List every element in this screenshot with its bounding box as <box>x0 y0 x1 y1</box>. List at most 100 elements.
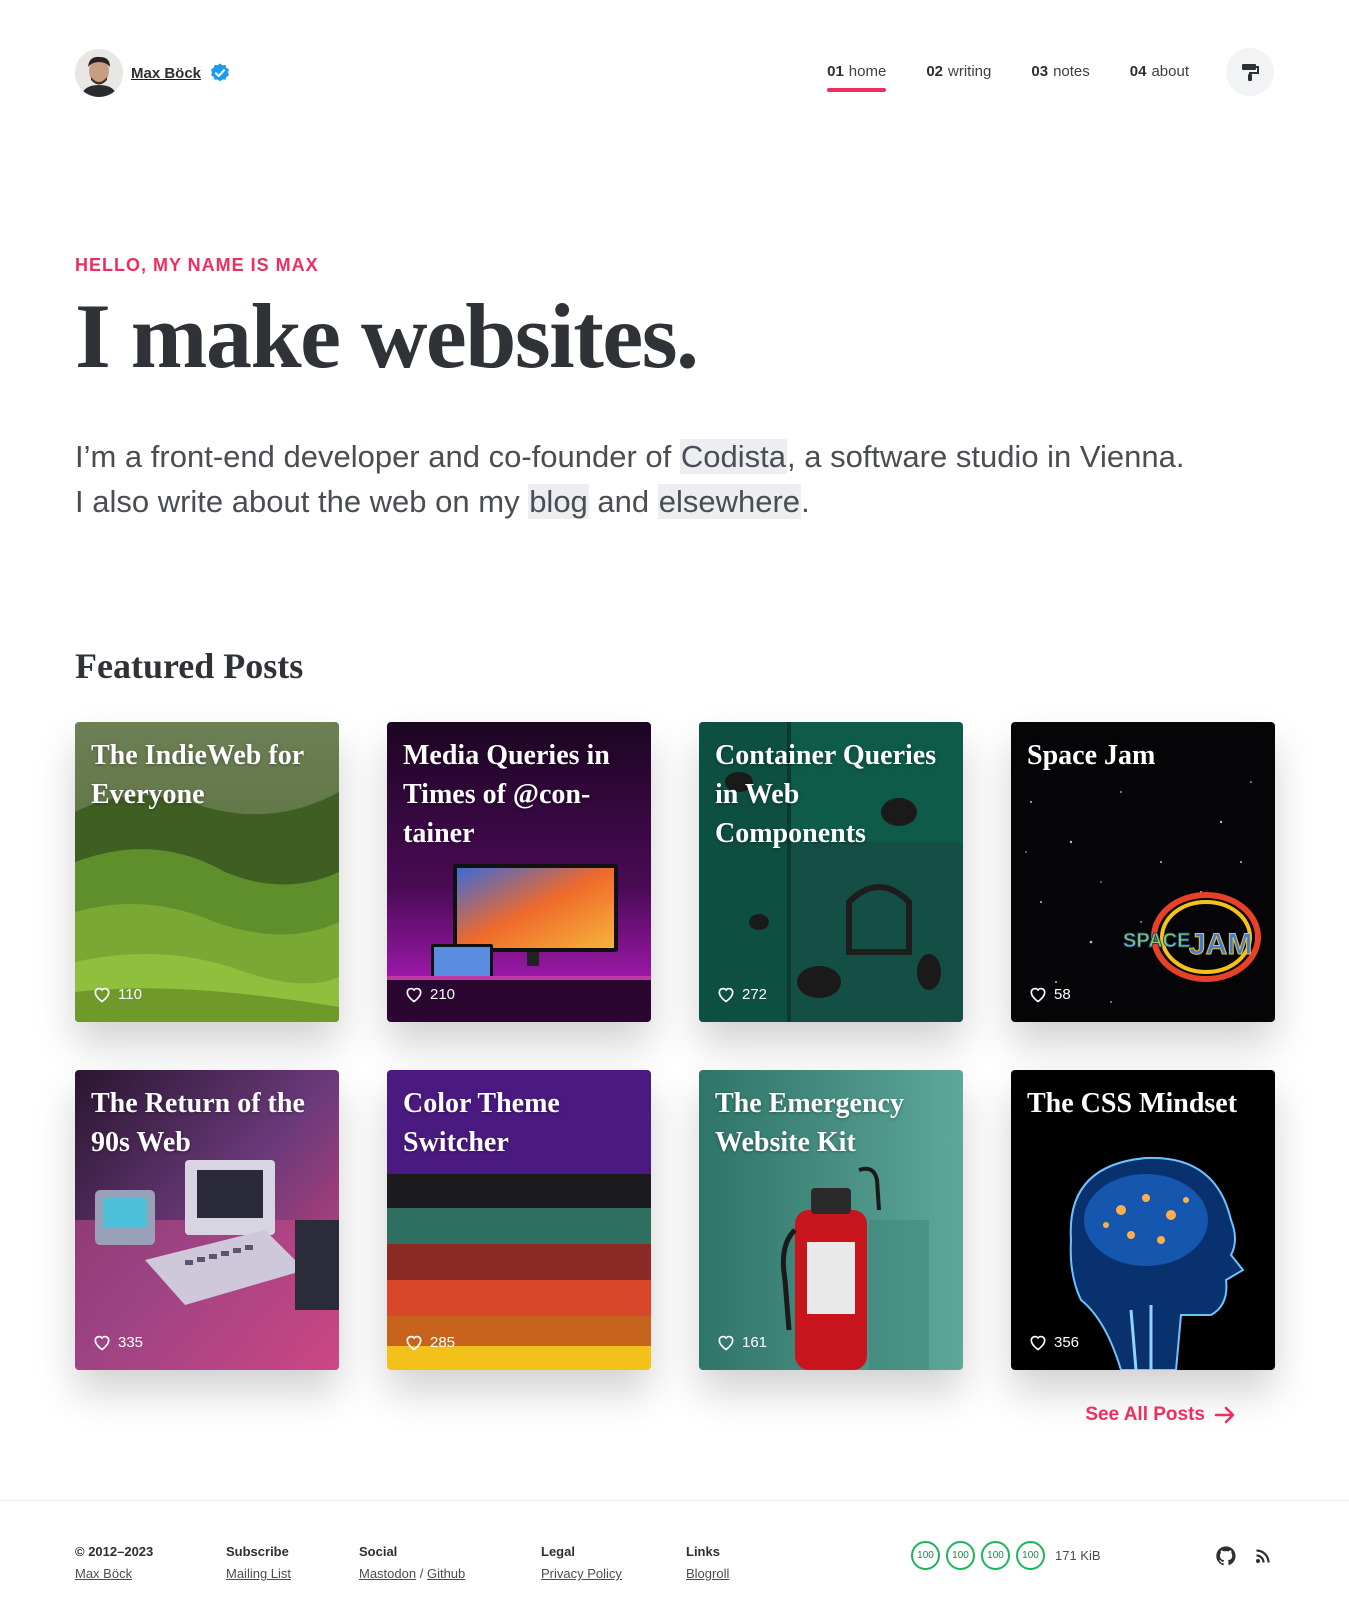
legal-heading: Legal <box>541 1544 575 1559</box>
verified-badge-icon <box>211 63 229 82</box>
nav-about-label: about <box>1151 63 1189 80</box>
rss-icon <box>1256 1549 1270 1563</box>
nav-notes-number: 03 <box>1031 63 1049 80</box>
avatar <box>75 49 123 97</box>
hero-eyebrow: HELLO, MY NAME IS MAX <box>75 255 319 275</box>
mastodon-link[interactable]: Mastodon <box>359 1566 416 1581</box>
post-likes: 110 <box>92 984 142 1004</box>
brand-link[interactable]: Max Böck <box>75 49 231 97</box>
mailing-list-link[interactable]: Mailing List <box>226 1566 291 1581</box>
github-link[interactable]: Github <box>427 1566 465 1581</box>
post-title: The Return of the 90s Web <box>91 1088 305 1158</box>
hero-text-part: , a software studio in Vienna. <box>786 439 1185 474</box>
rss-icon-link[interactable] <box>1251 1544 1275 1568</box>
see-all-posts-link[interactable]: See All Posts <box>1085 1403 1237 1427</box>
svg-text:SPACE: SPACE <box>1123 930 1190 952</box>
hero-section: HELLO, MY NAME IS MAX I make websites. I… <box>75 255 1265 524</box>
nav-home-label: home <box>848 63 887 80</box>
post-title: Color Theme Switcher <box>403 1088 560 1158</box>
post-card-90s-web[interactable]: The Return of the 90s Web 335 <box>75 1070 339 1370</box>
post-card-css-mindset[interactable]: The CSS Mindset 356 <box>1011 1070 1275 1370</box>
post-card-color-theme-switcher[interactable]: Color Theme Switcher 285 <box>387 1070 651 1370</box>
featured-posts-heading: Featured Posts <box>75 646 304 686</box>
heart-icon <box>718 1335 734 1351</box>
post-likes-count: 110 <box>118 985 142 1003</box>
post-card-media-queries[interactable]: Media Queries in Times of @con­tainer 21… <box>387 722 651 1022</box>
post-likes: 272 <box>716 984 767 1004</box>
codista-link[interactable]: Codista <box>679 439 787 474</box>
links-heading: Links <box>686 1544 720 1559</box>
footer-links: Links Blogroll <box>686 1541 729 1585</box>
post-title: Space Jam <box>1027 740 1156 771</box>
nav-home-number: 01 <box>827 63 844 80</box>
post-card-emergency-website-kit[interactable]: The Emergency Website Kit 161 <box>699 1070 963 1370</box>
hero-text-part: and <box>588 484 658 519</box>
post-title: The Emergency Website Kit <box>715 1088 904 1158</box>
post-card-container-queries[interactable]: Container Queries in Web Components 272 <box>699 722 963 1022</box>
nav-home[interactable]: 01 home <box>827 63 887 92</box>
subscribe-heading: Subscribe <box>226 1544 289 1559</box>
post-title: The CSS Mindset <box>1027 1088 1238 1119</box>
nav-writing[interactable]: 02 writing <box>926 63 991 92</box>
see-all-posts-label: See All Posts <box>1085 1404 1205 1425</box>
lighthouse-scores: 100 100 100 100 171 KiB <box>911 1541 1101 1570</box>
site-footer: © 2012–2023 Max Böck Subscribe Mailing L… <box>0 1500 1349 1610</box>
hero-text-part: I also write about the web on my <box>75 484 529 519</box>
post-likes: 356 <box>1028 1332 1079 1352</box>
score-badge: 100 <box>981 1541 1010 1570</box>
post-likes-count: 285 <box>430 1333 456 1351</box>
nav-writing-label: writing <box>948 63 992 80</box>
post-title: The IndieWeb for Everyone <box>91 740 304 810</box>
post-likes-count: 356 <box>1054 1333 1080 1351</box>
post-likes-count: 58 <box>1054 985 1071 1003</box>
footer-subscribe: Subscribe Mailing List <box>226 1541 291 1585</box>
post-likes: 335 <box>92 1332 143 1352</box>
score-badge: 100 <box>1016 1541 1045 1570</box>
post-likes: 58 <box>1028 984 1071 1004</box>
nav-about-number: 04 <box>1129 63 1147 80</box>
site-header: Max Böck 01 home 02 writing 03 notes 04 abou… <box>75 48 1274 98</box>
heart-icon <box>406 987 422 1003</box>
svg-text:JAM: JAM <box>1189 928 1252 961</box>
post-card-space-jam[interactable]: SPACE JAM Space Jam 58 <box>1011 722 1275 1022</box>
post-title: Container Queries in Web Components <box>715 740 937 849</box>
post-card-indieweb[interactable]: The IndieWeb for Everyone 110 <box>75 722 339 1022</box>
post-likes-count: 161 <box>742 1333 768 1351</box>
privacy-policy-link[interactable]: Privacy Policy <box>541 1566 622 1581</box>
github-icon-link[interactable] <box>1214 1544 1238 1568</box>
score-badge: 100 <box>911 1541 940 1570</box>
blogroll-link[interactable]: Blogroll <box>686 1566 729 1581</box>
featured-posts-grid: The IndieWeb for Everyone 110 Media Quer… <box>75 722 1275 1370</box>
heart-icon <box>94 987 110 1003</box>
post-title: Media Queries in Times of @con­tainer <box>403 740 610 849</box>
copyright-text: © 2012–2023 <box>75 1544 154 1559</box>
hero-intro: I’m a front-end developer and co-founder… <box>75 434 1265 524</box>
heart-icon <box>94 1335 110 1351</box>
post-likes: 161 <box>716 1332 767 1352</box>
main-nav: 01 home 02 writing 03 notes 04 about <box>787 63 1189 92</box>
post-likes-count: 210 <box>430 985 456 1003</box>
heart-icon <box>718 987 734 1003</box>
theme-switcher-button[interactable] <box>1226 48 1274 96</box>
social-heading: Social <box>359 1544 398 1559</box>
hero-text-part: I’m a front-end developer and co-founder… <box>75 439 680 474</box>
heart-icon <box>406 1335 422 1351</box>
hero-title: I make websites. <box>75 285 699 387</box>
brand-name: Max Böck <box>131 64 202 82</box>
post-likes: 210 <box>404 984 455 1004</box>
hero-text-part: . <box>801 484 810 519</box>
nav-notes[interactable]: 03 notes <box>1031 63 1089 92</box>
nav-notes-label: notes <box>1053 63 1090 80</box>
arrow-right-icon <box>1214 1406 1235 1424</box>
post-likes-count: 272 <box>742 985 768 1003</box>
score-badge: 100 <box>946 1541 975 1570</box>
footer-legal: Legal Privacy Policy <box>541 1541 622 1585</box>
elsewhere-link[interactable]: elsewhere <box>657 484 802 519</box>
post-likes-count: 335 <box>118 1333 144 1351</box>
paint-roller-icon <box>1242 64 1259 81</box>
footer-social: Social Mastodon / Github <box>359 1541 465 1585</box>
nav-about[interactable]: 04 about <box>1130 63 1189 92</box>
blog-link[interactable]: blog <box>528 484 589 519</box>
footer-author-link[interactable]: Max Böck <box>75 1566 132 1581</box>
heart-icon <box>1030 987 1046 1003</box>
